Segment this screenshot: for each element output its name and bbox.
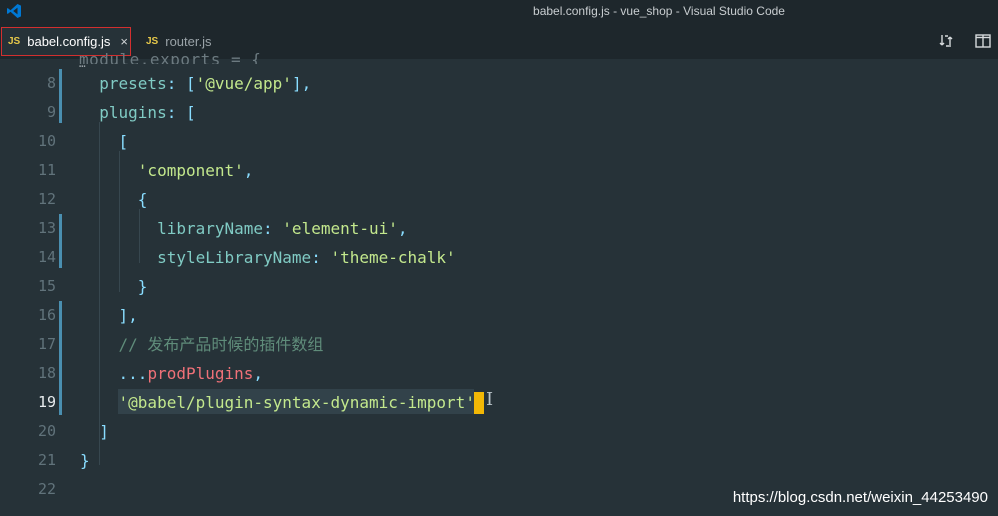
watermark-url: https://blog.csdn.net/weixin_44253490 [732, 489, 988, 506]
line-number: 15 [37, 277, 56, 295]
code-text: ] [80, 422, 109, 441]
line-number: 11 [37, 161, 56, 179]
fold-marker[interactable]: … [79, 58, 86, 69]
code-line: 17 // 发布产品时候的插件数组 [0, 330, 998, 359]
partial-code-line: module.exports = { [79, 50, 262, 64]
text-cursor [474, 392, 484, 414]
code-line: 18 ...prodPlugins, [0, 359, 998, 388]
code-text: } [80, 451, 90, 470]
vscode-window: babel.config.js - vue_shop - Visual Stud… [0, 0, 998, 516]
code-comment: // 发布产品时候的插件数组 [80, 335, 324, 354]
tab-label: babel.config.js [27, 34, 111, 49]
code-text: [ [80, 132, 129, 151]
line-number: 12 [37, 190, 56, 208]
code-line: 9 plugins: [ [0, 98, 998, 127]
code-line: 14 styleLibraryName: 'theme-chalk' [0, 243, 998, 272]
close-icon[interactable]: × [120, 34, 128, 49]
window-title: babel.config.js - vue_shop - Visual Stud… [533, 4, 785, 18]
line-number: 22 [37, 480, 56, 498]
code-text: plugins: [ [80, 103, 196, 122]
line-number: 19 [37, 393, 56, 411]
code-text: styleLibraryName: 'theme-chalk' [80, 248, 456, 267]
line-number: 16 [37, 306, 56, 324]
tab-label: router.js [165, 34, 212, 49]
code-editor[interactable]: module.exports = { … 8 presets: ['@vue/a… [0, 50, 998, 516]
line-number: 18 [37, 364, 56, 382]
line-number: 10 [37, 132, 56, 150]
code-line: 21 } [0, 446, 998, 475]
line-number: 20 [37, 422, 56, 440]
code-text: } [80, 277, 148, 296]
line-number: 17 [37, 335, 56, 353]
code-line: 10 [ [0, 127, 998, 156]
js-file-icon: JS [146, 36, 159, 47]
code-line: 15 } [0, 272, 998, 301]
line-number: 21 [37, 451, 56, 469]
ibeam-cursor-icon: I [486, 389, 494, 410]
editor-actions [938, 32, 992, 50]
split-editor-icon[interactable] [974, 32, 992, 50]
line-number: 14 [37, 248, 56, 266]
code-text: presets: ['@vue/app'], [80, 74, 312, 93]
compare-changes-icon[interactable] [938, 32, 956, 50]
code-line: 8 presets: ['@vue/app'], [0, 69, 998, 98]
line-number: 13 [37, 219, 56, 237]
line-number: 8 [46, 74, 56, 92]
code-line: 13 libraryName: 'element-ui', [0, 214, 998, 243]
title-bar: babel.config.js - vue_shop - Visual Stud… [0, 0, 998, 24]
code-line: 16 ], [0, 301, 998, 330]
line-number: 9 [46, 103, 56, 121]
code-line: 11 'component', [0, 156, 998, 185]
code-line-current: 19 '@babel/plugin-syntax-dynamic-import' [0, 388, 998, 417]
code-line: 12 { [0, 185, 998, 214]
code-text: ...prodPlugins, [80, 364, 264, 383]
code-line: 20 ] [0, 417, 998, 446]
js-file-icon: JS [8, 36, 21, 47]
code-text: libraryName: 'element-ui', [80, 219, 408, 238]
code-text: ], [80, 306, 138, 325]
code-text: 'component', [80, 161, 254, 180]
code-text: { [80, 190, 148, 209]
code-text: '@babel/plugin-syntax-dynamic-import' [80, 393, 475, 412]
